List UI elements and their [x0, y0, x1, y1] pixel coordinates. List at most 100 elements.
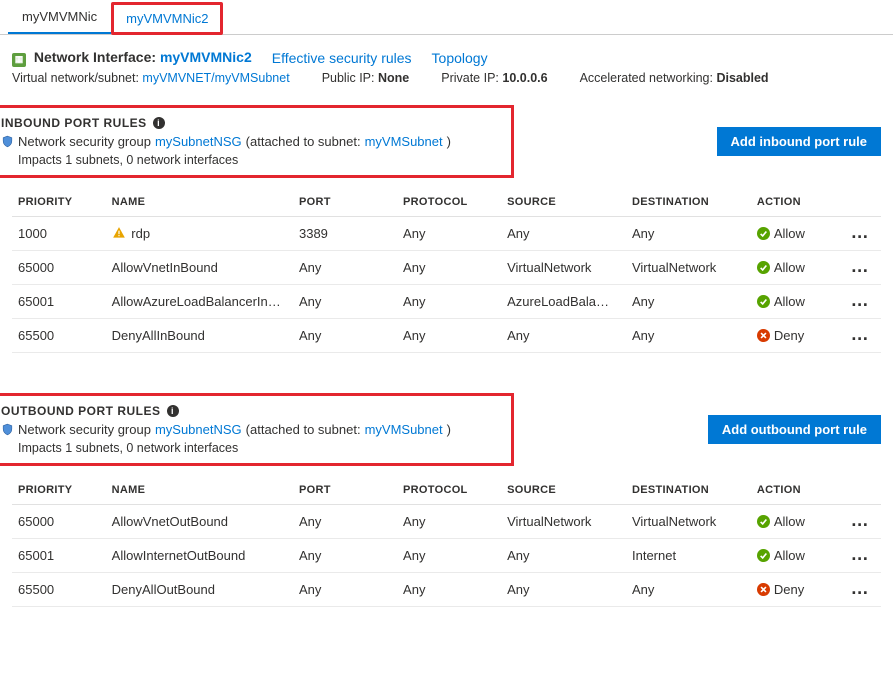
- vnet-label: Virtual network/subnet:: [12, 71, 139, 85]
- col-destination[interactable]: DESTINATION: [626, 476, 751, 505]
- more-button[interactable]: …: [851, 324, 870, 344]
- accel-value: Disabled: [716, 71, 768, 85]
- allow-icon: [757, 295, 770, 308]
- cell-action: Deny: [751, 572, 839, 606]
- table-row[interactable]: 65500DenyAllInBoundAnyAnyAnyAnyDeny…: [12, 318, 881, 352]
- more-button[interactable]: …: [851, 256, 870, 276]
- cell-action: Allow: [751, 504, 839, 538]
- col-action[interactable]: ACTION: [751, 476, 839, 505]
- col-priority[interactable]: PRIORITY: [12, 188, 106, 217]
- more-button[interactable]: …: [851, 290, 870, 310]
- cell-name: AllowAzureLoadBalancerInBou…: [106, 284, 293, 318]
- cell-action: Allow: [751, 284, 839, 318]
- cell-name: DenyAllInBound: [106, 318, 293, 352]
- tab-nic1[interactable]: myVMVMNic: [8, 1, 111, 34]
- cell-port: Any: [293, 318, 397, 352]
- nsg-subnet-link[interactable]: myVMSubnet: [365, 134, 443, 149]
- col-priority[interactable]: PRIORITY: [12, 476, 106, 505]
- cell-action: Allow: [751, 538, 839, 572]
- cell-source: VirtualNetwork: [501, 250, 626, 284]
- nic-icon: ▦: [12, 53, 26, 67]
- table-row[interactable]: 65001AllowAzureLoadBalancerInBou…AnyAnyA…: [12, 284, 881, 318]
- col-protocol[interactable]: PROTOCOL: [397, 188, 501, 217]
- topology-link[interactable]: Topology: [432, 50, 488, 66]
- cell-destination: VirtualNetwork: [626, 250, 751, 284]
- col-action[interactable]: ACTION: [751, 188, 839, 217]
- inbound-impacts: Impacts 1 subnets, 0 network interfaces: [1, 153, 501, 167]
- cell-port: Any: [293, 284, 397, 318]
- col-name[interactable]: NAME: [106, 476, 293, 505]
- allow-icon: [757, 549, 770, 562]
- deny-icon: [757, 329, 770, 342]
- more-button[interactable]: …: [851, 544, 870, 564]
- col-source[interactable]: SOURCE: [501, 476, 626, 505]
- add-inbound-rule-button[interactable]: Add inbound port rule: [717, 127, 881, 156]
- cell-source: Any: [501, 318, 626, 352]
- outbound-impacts: Impacts 1 subnets, 0 network interfaces: [1, 441, 501, 455]
- private-ip-value: 10.0.0.6: [502, 71, 547, 85]
- cell-port: Any: [293, 504, 397, 538]
- info-icon[interactable]: i: [153, 117, 165, 129]
- cell-priority: 1000: [12, 216, 106, 250]
- more-button[interactable]: …: [851, 222, 870, 242]
- vnet-link[interactable]: myVMVNET/myVMSubnet: [142, 71, 289, 85]
- table-row[interactable]: 65500DenyAllOutBoundAnyAnyAnyAnyDeny…: [12, 572, 881, 606]
- nsg-name-link[interactable]: mySubnetNSG: [155, 134, 242, 149]
- info-icon[interactable]: i: [167, 405, 179, 417]
- col-protocol[interactable]: PROTOCOL: [397, 476, 501, 505]
- cell-name: AllowVnetOutBound: [106, 504, 293, 538]
- cell-action: Allow: [751, 250, 839, 284]
- cell-protocol: Any: [397, 318, 501, 352]
- nsg-prefix: Network security group: [18, 134, 151, 149]
- allow-icon: [757, 261, 770, 274]
- nsg-mid: (attached to subnet:: [246, 422, 361, 437]
- col-name[interactable]: NAME: [106, 188, 293, 217]
- add-outbound-rule-button[interactable]: Add outbound port rule: [708, 415, 881, 444]
- nsg-subnet-link[interactable]: myVMSubnet: [365, 422, 443, 437]
- cell-protocol: Any: [397, 216, 501, 250]
- table-row[interactable]: 65000AllowVnetInBoundAnyAnyVirtualNetwor…: [12, 250, 881, 284]
- cell-name: AllowInternetOutBound: [106, 538, 293, 572]
- more-button[interactable]: …: [851, 578, 870, 598]
- outbound-header-box: OUTBOUND PORT RULES i Network security g…: [0, 393, 514, 466]
- cell-name: DenyAllOutBound: [106, 572, 293, 606]
- cell-protocol: Any: [397, 250, 501, 284]
- col-port[interactable]: PORT: [293, 476, 397, 505]
- nic-tabs: myVMVMNic myVMVMNic2: [0, 0, 893, 35]
- nic-name-link[interactable]: myVMVMNic2: [160, 49, 252, 65]
- col-port[interactable]: PORT: [293, 188, 397, 217]
- cell-port: 3389: [293, 216, 397, 250]
- cell-priority: 65500: [12, 318, 106, 352]
- table-row[interactable]: 65001AllowInternetOutBoundAnyAnyAnyInter…: [12, 538, 881, 572]
- cell-priority: 65001: [12, 538, 106, 572]
- inbound-header-box: INBOUND PORT RULES i Network security gr…: [0, 105, 514, 178]
- cell-port: Any: [293, 572, 397, 606]
- effective-security-rules-link[interactable]: Effective security rules: [272, 50, 412, 66]
- cell-destination: VirtualNetwork: [626, 504, 751, 538]
- cell-source: AzureLoadBala…: [501, 284, 626, 318]
- table-row[interactable]: 65000AllowVnetOutBoundAnyAnyVirtualNetwo…: [12, 504, 881, 538]
- nsg-prefix: Network security group: [18, 422, 151, 437]
- nsg-name-link[interactable]: mySubnetNSG: [155, 422, 242, 437]
- warning-icon: [112, 226, 126, 240]
- tab-nic2[interactable]: myVMVMNic2: [114, 5, 220, 32]
- nic-meta-row: Virtual network/subnet: myVMVNET/myVMSub…: [12, 71, 881, 85]
- cell-protocol: Any: [397, 284, 501, 318]
- cell-source: Any: [501, 572, 626, 606]
- shield-icon: [1, 135, 14, 148]
- more-button[interactable]: …: [851, 510, 870, 530]
- col-source[interactable]: SOURCE: [501, 188, 626, 217]
- cell-destination: Any: [626, 572, 751, 606]
- table-row[interactable]: 1000 rdp3389AnyAnyAnyAllow…: [12, 216, 881, 250]
- cell-protocol: Any: [397, 538, 501, 572]
- col-destination[interactable]: DESTINATION: [626, 188, 751, 217]
- inbound-rules-table: PRIORITY NAME PORT PROTOCOL SOURCE DESTI…: [12, 188, 881, 353]
- nic-label: Network Interface:: [34, 49, 156, 65]
- cell-source: Any: [501, 216, 626, 250]
- outbound-rules-table: PRIORITY NAME PORT PROTOCOL SOURCE DESTI…: [12, 476, 881, 607]
- cell-destination: Any: [626, 284, 751, 318]
- cell-priority: 65000: [12, 250, 106, 284]
- cell-name: AllowVnetInBound: [106, 250, 293, 284]
- cell-protocol: Any: [397, 504, 501, 538]
- private-ip-label: Private IP:: [441, 71, 499, 85]
